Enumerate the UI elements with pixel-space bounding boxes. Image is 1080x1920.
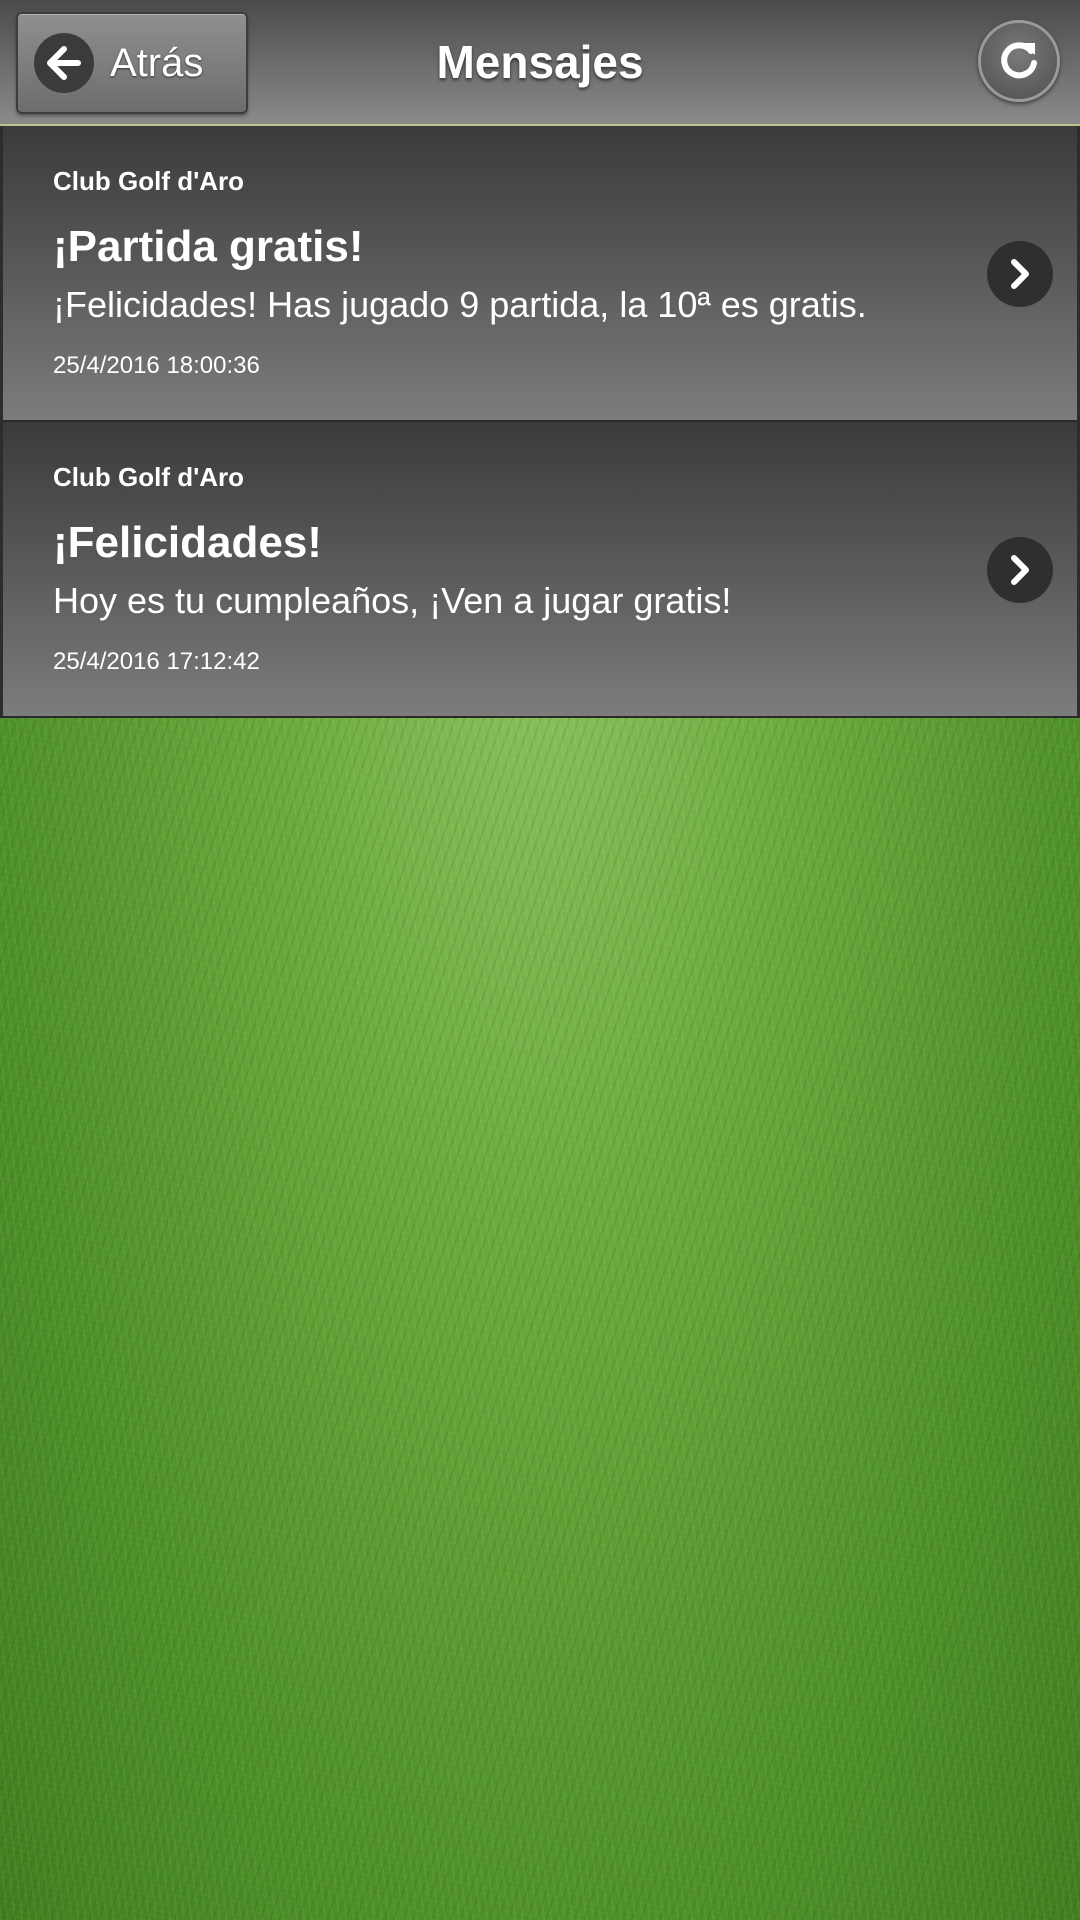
message-body: ¡Felicidades! Has jugado 9 partida, la 1… bbox=[53, 284, 867, 325]
back-button-label: Atrás bbox=[110, 40, 204, 85]
arrow-left-icon bbox=[34, 33, 94, 93]
message-title: ¡Partida gratis! bbox=[53, 222, 364, 271]
message-sender: Club Golf d'Aro bbox=[53, 166, 245, 196]
refresh-button[interactable] bbox=[978, 20, 1060, 102]
message-title: ¡Felicidades! bbox=[53, 518, 322, 567]
message-body: Hoy es tu cumpleaños, ¡Ven a jugar grati… bbox=[53, 580, 732, 621]
message-date: 25/4/2016 18:00:36 bbox=[53, 352, 260, 379]
chevron-right-icon[interactable] bbox=[987, 537, 1053, 603]
back-button[interactable]: Atrás bbox=[16, 12, 248, 114]
header-bar: Atrás Mensajes bbox=[0, 0, 1080, 126]
message-list: Club Golf d'Aro ¡Partida gratis! ¡Felici… bbox=[0, 126, 1080, 718]
page-title: Mensajes bbox=[436, 36, 644, 88]
message-item[interactable]: Club Golf d'Aro ¡Felicidades! Hoy es tu … bbox=[0, 422, 1080, 718]
message-sender: Club Golf d'Aro bbox=[53, 462, 245, 492]
message-item[interactable]: Club Golf d'Aro ¡Partida gratis! ¡Felici… bbox=[0, 126, 1080, 422]
message-date: 25/4/2016 17:12:42 bbox=[53, 648, 260, 675]
refresh-icon bbox=[995, 35, 1043, 88]
chevron-right-icon[interactable] bbox=[987, 241, 1053, 307]
